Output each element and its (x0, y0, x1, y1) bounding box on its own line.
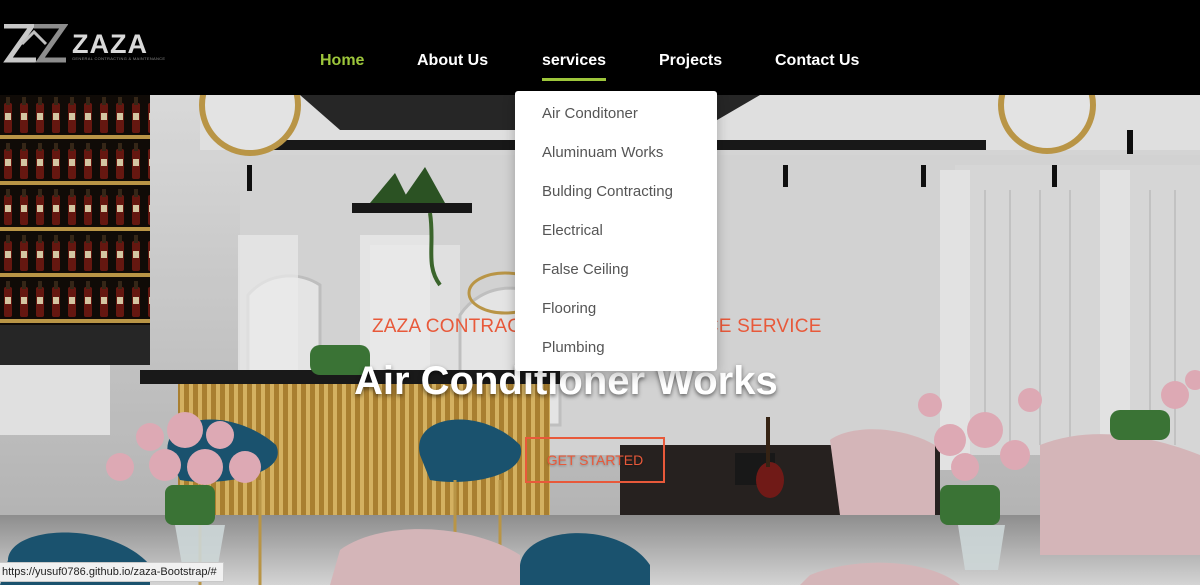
menu-item-aluminium-works[interactable]: Aluminuam Works (542, 144, 663, 161)
nav-contact-us[interactable]: Contact Us (775, 52, 859, 70)
browser-status-url: https://yusuf0786.github.io/zaza-Bootstr… (0, 562, 224, 582)
menu-item-air-conditioner[interactable]: Air Conditoner (542, 105, 638, 122)
nav-about-us[interactable]: About Us (417, 52, 488, 70)
menu-item-electrical[interactable]: Electrical (542, 222, 603, 239)
main-nav: Home About Us services Projects Contact … (0, 52, 1200, 81)
site-header: ZAZA GENERAL CONTRACTING & MAINTENANCE H… (0, 0, 1200, 95)
nav-projects[interactable]: Projects (659, 52, 722, 70)
nav-home[interactable]: Home (320, 52, 364, 70)
nav-services[interactable]: services (542, 52, 607, 81)
services-dropdown-menu: Air Conditoner Aluminuam Works Bulding C… (515, 91, 717, 371)
menu-item-building-contracting[interactable]: Bulding Contracting (542, 183, 673, 200)
menu-item-plumbing[interactable]: Plumbing (542, 339, 605, 356)
menu-item-false-ceiling[interactable]: False Ceiling (542, 261, 629, 278)
menu-item-flooring[interactable]: Flooring (542, 300, 596, 317)
get-started-button[interactable]: GET STARTED (525, 437, 665, 483)
